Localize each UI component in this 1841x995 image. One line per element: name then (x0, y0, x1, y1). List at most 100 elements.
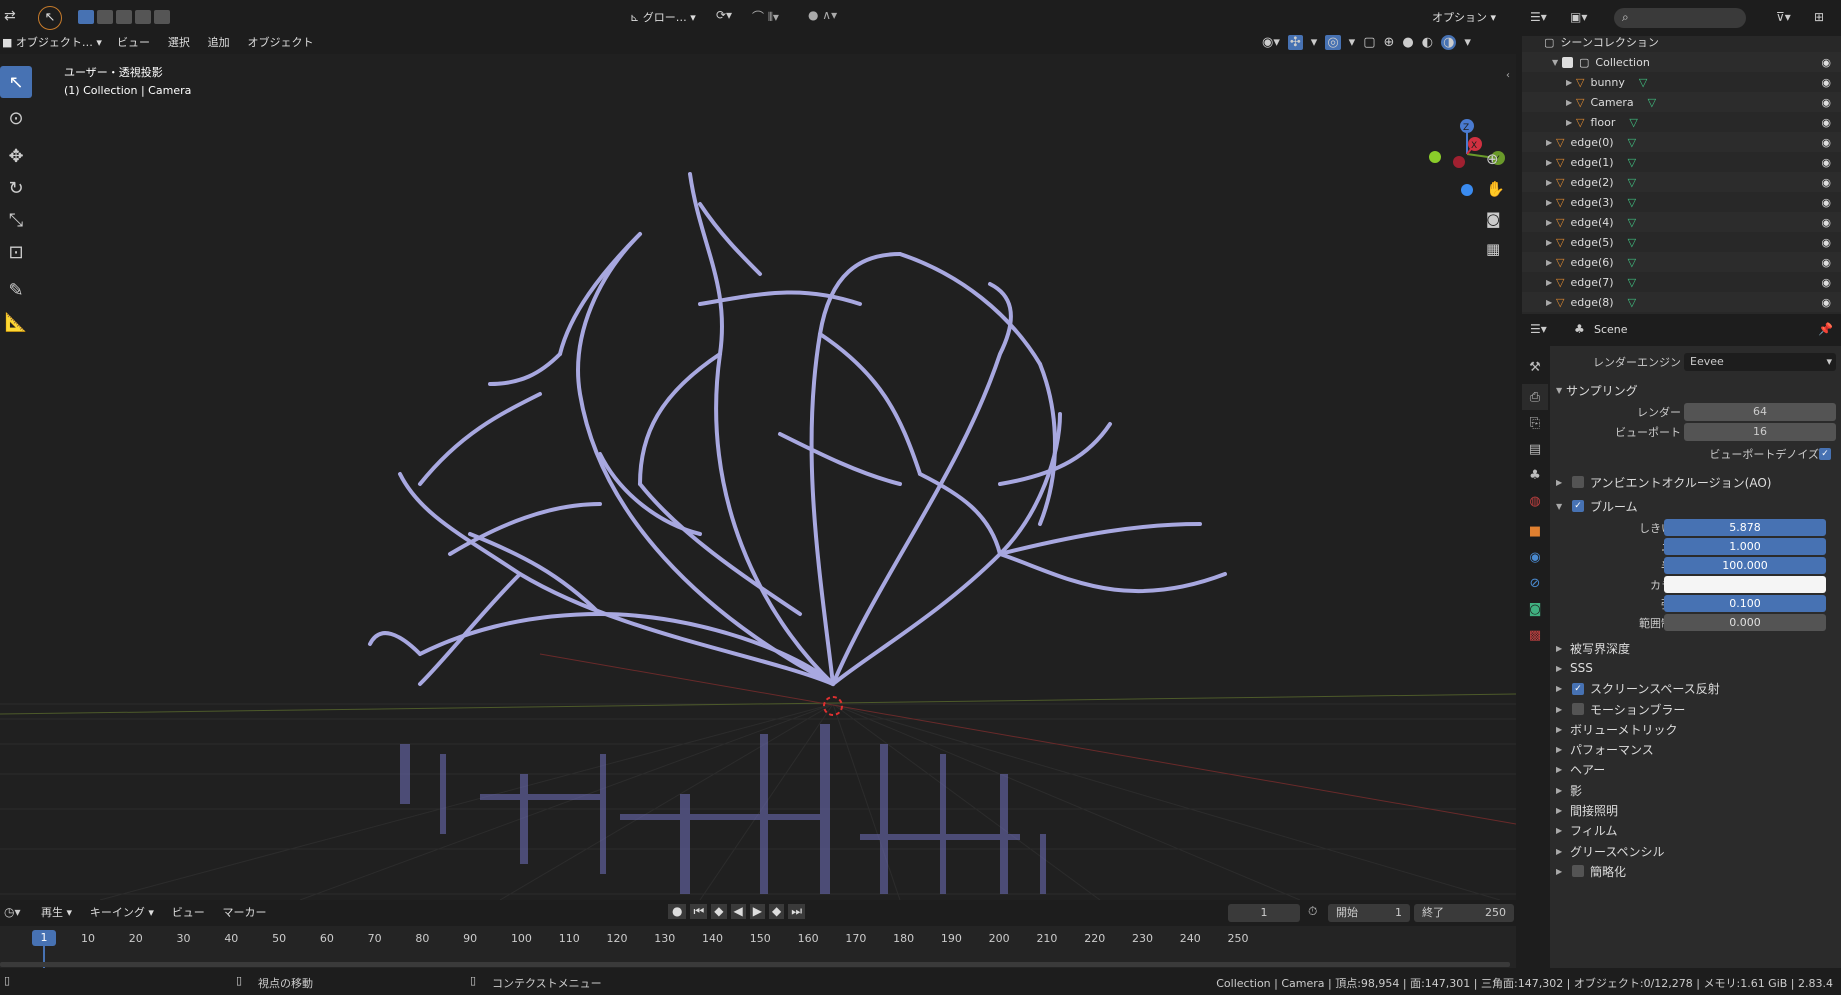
sampling-section[interactable]: ▼ サンプリング (1550, 378, 1841, 402)
shading-dropdown-icon[interactable]: ▾ (1464, 35, 1471, 50)
end-frame-field[interactable]: 終了 250 (1414, 904, 1514, 922)
outliner-item[interactable]: ▶ ▽ edge(3) ▽ ◉ (1522, 192, 1841, 212)
menu-view[interactable]: ビュー (110, 32, 157, 54)
properties-section[interactable]: ▶ 影 (1550, 780, 1841, 800)
visibility-eye-icon[interactable]: ◉ (1821, 76, 1831, 89)
select-extend-icon[interactable] (97, 10, 113, 24)
outliner-item[interactable]: ▶ ▽ edge(7) ▽ ◉ (1522, 272, 1841, 292)
collection-checkbox[interactable] (1562, 56, 1573, 68)
camera-view-icon[interactable]: ◙ (1486, 210, 1501, 228)
render-engine-select[interactable]: Eevee ▾ (1684, 353, 1836, 371)
texture-tab-icon[interactable]: ▩ (1522, 622, 1548, 648)
expand-icon[interactable]: ▶ (1546, 258, 1556, 267)
jump-end-icon[interactable]: ⏭ (788, 904, 806, 919)
sidebar-toggle-icon[interactable]: ‹ (1506, 70, 1510, 81)
mesh-data-icon[interactable]: ▽ (1628, 276, 1636, 289)
outliner-item[interactable]: ▶ ▽ Camera ▽ ◉ (1522, 92, 1841, 112)
play-reverse-icon[interactable]: ◀ (730, 904, 746, 919)
perspective-grid-icon[interactable]: ▦ (1486, 240, 1500, 258)
outliner-item[interactable]: ▶ ▽ edge(6) ▽ ◉ (1522, 252, 1841, 272)
properties-section[interactable]: ▶ フィルム (1550, 821, 1841, 841)
menu-timeline-view[interactable]: ビュー (165, 902, 212, 924)
output-tab-icon[interactable]: ⎘ (1522, 410, 1548, 436)
mesh-data-icon[interactable]: ▽ (1628, 256, 1636, 269)
tool-tab-icon[interactable]: ⚒ (1522, 354, 1548, 380)
bloom-value-field[interactable]: 1.000 (1664, 538, 1826, 555)
expand-icon[interactable]: ▼ (1552, 58, 1562, 67)
ao-checkbox[interactable] (1572, 476, 1584, 488)
cursor-tool-icon[interactable]: ↖ (38, 6, 62, 30)
editor-type-icon[interactable]: ⇄ (4, 8, 16, 24)
visibility-icon[interactable]: ◉▾ (1262, 35, 1280, 50)
playhead[interactable]: 1 (32, 930, 56, 946)
3d-viewport[interactable]: Z X Y ユーザー・透視投影 (1) Collection | Camera … (0, 54, 1516, 900)
mesh-data-icon[interactable]: ▽ (1629, 116, 1637, 129)
mode-selector[interactable]: ■ オブジェクト… ▾ (2, 32, 102, 54)
section-checkbox[interactable] (1572, 865, 1584, 878)
visibility-eye-icon[interactable]: ◉ (1821, 256, 1831, 269)
properties-editor-icon[interactable]: ☰▾ (1530, 322, 1547, 336)
mesh-data-icon[interactable]: ▽ (1628, 236, 1636, 249)
expand-icon[interactable]: ▶ (1546, 158, 1556, 167)
outliner-item[interactable]: ▶ ▽ bunny ▽ ◉ (1522, 72, 1841, 92)
properties-section[interactable]: ▶ モーションブラー (1550, 699, 1841, 719)
options-dropdown[interactable]: オプション ▾ (1432, 9, 1496, 25)
bloom-section[interactable]: ▼ ✓ ブルーム (1550, 494, 1841, 518)
timeline-ruler[interactable]: 10 20 30 40 50 60 70 80 90 100 110 120 130 140 150 160 1… (0, 926, 1516, 968)
wireframe-shading-icon[interactable]: ⊕ (1383, 35, 1394, 50)
properties-section[interactable]: ▶ 簡略化 (1550, 861, 1841, 881)
current-frame-field[interactable]: 1 (1228, 904, 1300, 922)
properties-section[interactable]: ▶ ✓ スクリーンスペース反射 (1550, 679, 1841, 699)
display-mode-icon[interactable]: ▣▾ (1570, 10, 1587, 24)
transform-tool-icon[interactable]: ⊡ (0, 236, 32, 268)
scale-tool-icon[interactable]: ⤡ (0, 204, 32, 236)
world-tab-icon[interactable]: ◍ (1522, 488, 1548, 514)
outliner-item[interactable]: ▶ ▽ edge(1) ▽ ◉ (1522, 152, 1841, 172)
outliner-item[interactable]: ▶ ▽ edge(0) ▽ ◉ (1522, 132, 1841, 152)
transform-orientation[interactable]: ⊾ グロー… ▾ (630, 9, 696, 25)
menu-keying[interactable]: キーイング ▾ (83, 902, 161, 924)
collection-row[interactable]: ▼ ▢ Collection ◉ (1522, 52, 1841, 72)
menu-playback[interactable]: 再生 ▾ (34, 902, 79, 924)
mesh-data-icon[interactable]: ▽ (1628, 136, 1636, 149)
visibility-eye-icon[interactable]: ◉ (1821, 156, 1831, 169)
bloom-value-field[interactable]: 0.100 (1664, 595, 1826, 612)
visibility-eye-icon[interactable]: ◉ (1821, 236, 1831, 249)
new-collection-icon[interactable]: ⊞ (1814, 10, 1824, 24)
bloom-value-field[interactable] (1664, 576, 1826, 593)
filter-icon[interactable]: ⊽▾ (1776, 10, 1791, 24)
outliner-editor-icon[interactable]: ☰▾ (1530, 10, 1547, 24)
viewport-samples-field[interactable]: 16 (1684, 423, 1836, 441)
expand-icon[interactable]: ▶ (1566, 98, 1576, 107)
mesh-data-icon[interactable]: ▽ (1628, 216, 1636, 229)
constraints-tab-icon[interactable]: ⊘ (1522, 570, 1548, 596)
expand-icon[interactable]: ▶ (1546, 278, 1556, 287)
menu-object[interactable]: オブジェクト (240, 32, 320, 54)
gizmo-dropdown-icon[interactable]: ▾ (1311, 35, 1318, 50)
timeline-scrollbar[interactable] (0, 962, 1510, 967)
scene-tab-icon[interactable]: ♣ (1522, 462, 1548, 488)
object-tab-icon[interactable]: ■ (1522, 518, 1548, 544)
next-keyframe-icon[interactable]: ◆ (769, 904, 785, 919)
visibility-eye-icon[interactable]: ◉ (1821, 216, 1831, 229)
expand-icon[interactable]: ▶ (1546, 178, 1556, 187)
properties-section[interactable]: ▶ SSS (1550, 658, 1841, 678)
expand-icon[interactable]: ▶ (1566, 78, 1576, 87)
bloom-checkbox[interactable]: ✓ (1572, 500, 1584, 512)
expand-icon[interactable]: ▶ (1546, 298, 1556, 307)
rendered-shading-icon[interactable]: ◑ (1441, 35, 1457, 50)
overlay-icon[interactable]: ◎ (1325, 35, 1341, 50)
mesh-data-icon[interactable]: ▽ (1628, 156, 1636, 169)
material-shading-icon[interactable]: ◐ (1422, 35, 1433, 50)
visibility-eye-icon[interactable]: ◉ (1821, 276, 1831, 289)
visibility-eye-icon[interactable]: ◉ (1821, 116, 1831, 129)
properties-section[interactable]: ▶ パフォーマンス (1550, 739, 1841, 759)
mesh-data-icon[interactable]: ▽ (1639, 76, 1647, 89)
bloom-value-field[interactable]: 100.000 (1664, 557, 1826, 574)
annotate-tool-icon[interactable]: ✎ (0, 274, 32, 306)
visibility-eye-icon[interactable]: ◉ (1821, 196, 1831, 209)
outliner-item[interactable]: ▶ ▽ floor ▽ ◉ (1522, 112, 1841, 132)
properties-section[interactable]: ▶ グリースペンシル (1550, 841, 1841, 861)
visibility-eye-icon[interactable]: ◉ (1821, 96, 1831, 109)
scene-collection-row[interactable]: ▢ シーンコレクション (1522, 32, 1841, 52)
